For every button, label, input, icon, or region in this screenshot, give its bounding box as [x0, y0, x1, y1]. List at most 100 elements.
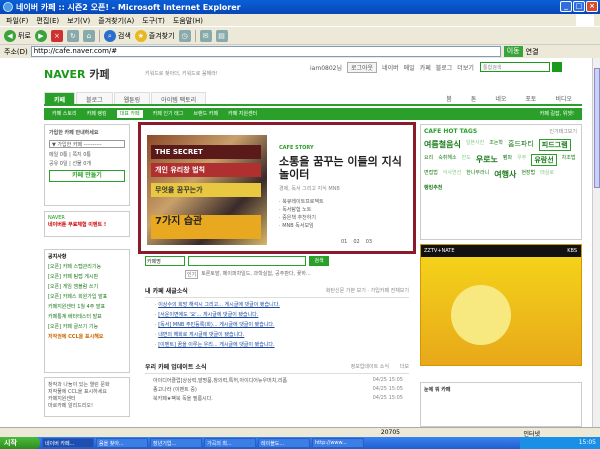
news-item[interactable]: · [서운이면에도 '요'... 게시글에 댓글이 됐습니다. [155, 311, 409, 318]
link-cafe[interactable]: 카페 [420, 63, 431, 72]
tag-link[interactable]: 태실로 [540, 169, 554, 180]
tag-link[interactable]: 숙취해소 [438, 154, 456, 166]
tag-link[interactable]: 팸파 [503, 154, 512, 166]
update-sub[interactable]: 정보업데이트 소식 [351, 363, 389, 370]
mail-button[interactable]: ✉ [199, 29, 212, 42]
nav-right-1[interactable]: 붐 [437, 92, 461, 104]
notice-item[interactable]: [오픈] 카페 글쓰기 기능 [48, 323, 126, 330]
tag-link[interactable]: 피드그램 [538, 139, 571, 151]
tag-link[interactable]: 현장법 [521, 169, 535, 180]
forward-button[interactable]: ▶ [34, 29, 47, 42]
tag-link[interactable]: 유람선 [531, 154, 557, 166]
featured-cafe-banner[interactable]: THE SECRET 개인 유리창 법칙 무엇을 꿈꾸는가 7가지 습관 CAF… [138, 122, 416, 254]
search-button[interactable]: ⌕ 검색 [103, 29, 131, 42]
news-item[interactable]: · 이상수의 희망 해석시 그리고... 게시글에 댓글이 됐습니다. [155, 301, 409, 308]
update-row[interactable]: 종고나라 (이벤트 중) 04/25 15:05 [145, 386, 409, 393]
hot-tags-more[interactable]: 인기태그보기 [549, 128, 577, 135]
ad-banner[interactable]: ZZTV+NATE KBS [420, 244, 582, 366]
menu-favorites[interactable]: 즐겨찾기(A) [98, 16, 134, 25]
task-item[interactable]: http://www... [312, 438, 364, 448]
feature-bullet[interactable]: · 중은책 추천하기 [279, 214, 324, 221]
refresh-button[interactable]: ↻ [66, 29, 79, 42]
feature-bullet[interactable]: · 독서탐험 노트 [279, 206, 324, 213]
share-count[interactable]: 공유 0일 [49, 161, 68, 167]
subnav-tags[interactable]: 카페 인기 태그 [153, 110, 184, 118]
integrated-search-input[interactable]: 통합검색 [480, 62, 550, 72]
help-report-link[interactable]: 마로카페 알리드리오! [48, 402, 126, 409]
task-item[interactable]: 가곡의 최... [204, 438, 256, 448]
link-naver[interactable]: 네이버 [382, 63, 399, 72]
close-button[interactable]: × [586, 1, 598, 12]
ccl-banner[interactable]: 저작권에 CCL을 표시해요 [48, 333, 126, 340]
cafe-search-button[interactable]: 검색 [309, 256, 329, 266]
search-submit-button[interactable] [552, 62, 562, 72]
link-mail[interactable]: 메일 [404, 63, 415, 72]
naver-cafe-logo[interactable]: NAVER 카페 [44, 66, 110, 82]
menu-view[interactable]: 보기(V) [67, 16, 90, 25]
home-button[interactable]: ⌂ [82, 29, 95, 42]
maximize-button[interactable]: □ [573, 1, 585, 12]
promo-banner[interactable]: NAVER 네이버툰 무료체험 이벤트 ! [44, 211, 130, 237]
tag-link[interactable]: 여름철음식 [424, 139, 461, 151]
nav-right-3[interactable]: 네오 [486, 92, 516, 104]
url-input[interactable]: http://cafe.naver.com/# [30, 46, 501, 57]
go-button[interactable]: 이동 [503, 46, 523, 57]
cafe-search-select[interactable]: 카페명 [145, 256, 185, 266]
tag-link[interactable]: 반도 [462, 154, 471, 166]
pager-1[interactable]: 01 [341, 239, 347, 245]
notice-item[interactable]: [오픈] 카페 스텝관리기능 [48, 263, 126, 270]
menu-tools[interactable]: 도구(T) [142, 16, 165, 25]
clock[interactable]: 15:05 [579, 439, 596, 446]
print-button[interactable]: ▤ [215, 29, 228, 42]
logout-button[interactable]: 로그아웃 [346, 62, 378, 73]
note-count[interactable]: 쪽지 0통 [72, 152, 91, 158]
history-button[interactable]: ◷ [178, 29, 191, 42]
tag-link[interactable]: 일본사진 [466, 139, 484, 151]
link-more[interactable]: 더보기 [457, 63, 474, 72]
feature-bullet[interactable]: · 북큐레이트프로젝트 [279, 198, 324, 205]
back-button[interactable]: ◀ 뒤로 [4, 29, 31, 42]
cafe-search-input[interactable] [188, 256, 306, 266]
task-item[interactable]: 장년기업... [150, 438, 202, 448]
news-item[interactable]: · [이벤트] 꿈을 이루는 우리... 게시글에 댓글이 됐습니다. [155, 341, 409, 348]
favorites-button[interactable]: ★ 즐겨찾기 [134, 29, 175, 42]
tab-cafe[interactable]: 카페 [44, 92, 76, 104]
feature-headline[interactable]: 소통을 꿈꾸는 이들의 지식 놀이터 [279, 155, 413, 181]
tab-blog[interactable]: 블로그 [76, 92, 113, 104]
joined-cafe-select[interactable]: ▼ 가입한 카페 ---------- [49, 140, 125, 148]
tag-link[interactable]: 우로노 [476, 154, 498, 166]
update-row[interactable]: 아이디어클럽[상상력,발명품,창의력,특허,아이디어뉴우머치,리폼 04/25 1… [145, 377, 409, 384]
subnav-cafe-story[interactable]: 카페 스토리 [52, 110, 77, 118]
news-item[interactable]: · 내면의 해회로 게시글에 댓글이 됐습니다. [155, 331, 409, 338]
gift-count[interactable]: 선물 0개 [72, 161, 91, 167]
subnav-guide[interactable]: 카페 길잡, 위젯! [540, 110, 574, 118]
subnav-brand[interactable]: 브랜드 카페 [193, 110, 218, 118]
pager-2[interactable]: 02 [353, 239, 359, 245]
tag-link[interactable]: 한나무라니 [466, 169, 489, 180]
help-support-link[interactable]: 카페지원센터 [48, 395, 126, 402]
tab-webtoon[interactable]: 웹툰링 [113, 92, 151, 104]
task-item[interactable]: 네이버 카페... [42, 438, 94, 448]
notice-item[interactable]: [오픈] 카페 팀랩 게시판 [48, 273, 126, 280]
tag-link[interactable]: 면접법 [424, 169, 438, 180]
vertical-scrollbar[interactable] [592, 58, 600, 427]
subnav-ranking[interactable]: 카페 랭킹 [87, 110, 107, 118]
feature-bullet[interactable]: · MNB 독서모임 [279, 222, 324, 229]
my-cafe-news-opts[interactable]: 화탄신문 가본 보기 · 가입카페 전체보기 [326, 287, 409, 294]
link-blog[interactable]: 블로그 [436, 63, 453, 72]
menu-edit[interactable]: 편집(E) [36, 16, 59, 25]
notice-item[interactable]: 카페지원센터 1월 4주 발표 [48, 303, 126, 310]
tag-link[interactable]: 여행사 [494, 169, 516, 180]
start-button[interactable]: 시작 [0, 437, 40, 449]
menu-help[interactable]: 도움말(H) [173, 16, 203, 25]
tab-item-factory[interactable]: 아이템 팩토리 [151, 92, 207, 104]
task-item[interactable]: 레이블도... [258, 438, 310, 448]
mail-count[interactable]: 메일 0통 [49, 152, 68, 158]
make-cafe-button[interactable]: 카페 만들기 [49, 170, 125, 182]
links-label[interactable]: 연결 [526, 47, 539, 57]
task-item[interactable]: 음을 찾아... [96, 438, 148, 448]
news-item[interactable]: · [독서] MNB 주민등록(회)... 게시글에 댓글이 됐습니다. [155, 321, 409, 328]
nav-right-5[interactable]: 비디오 [546, 92, 581, 104]
tag-link[interactable]: 요리 [424, 154, 433, 166]
nav-right-4[interactable]: 포토 [516, 92, 546, 104]
